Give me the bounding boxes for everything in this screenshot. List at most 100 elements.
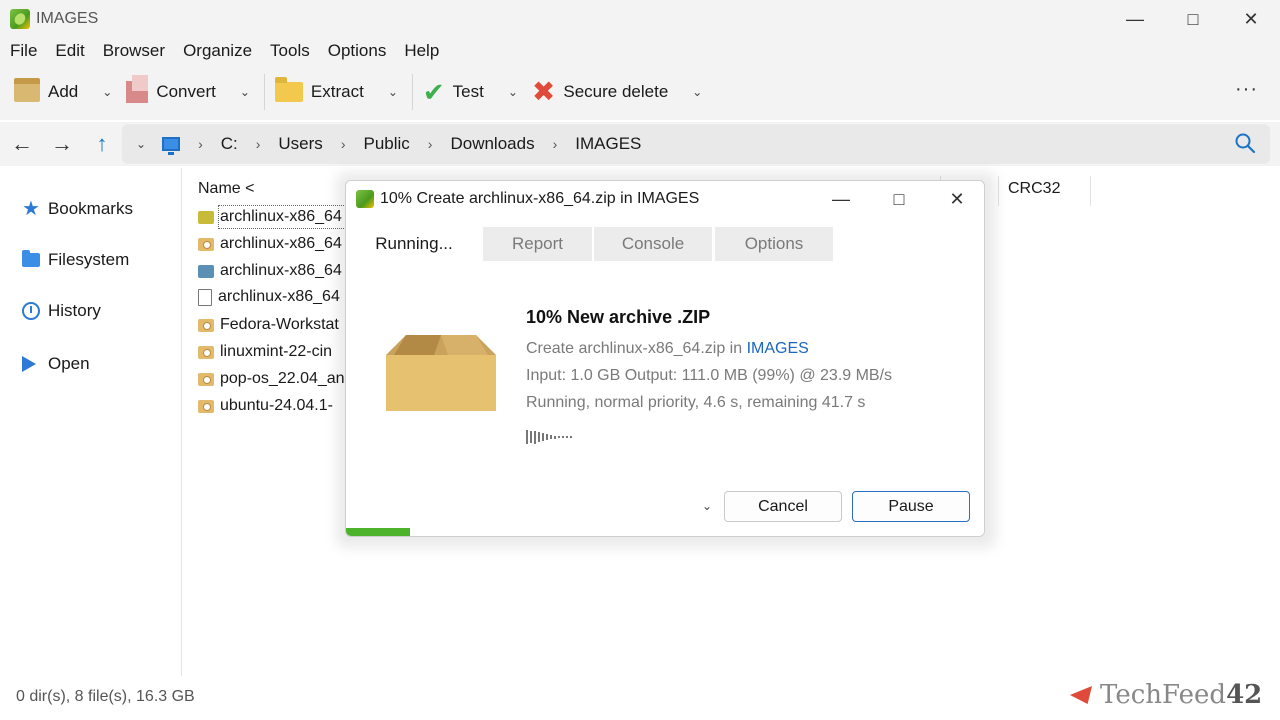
activity-meter (526, 430, 574, 444)
convert-icon (126, 75, 149, 103)
tab-console[interactable]: Console (594, 227, 712, 261)
progress-bar (346, 528, 984, 536)
menu-browser[interactable]: Browser (103, 41, 165, 61)
activity-tick (550, 435, 552, 439)
breadcrumb-drive[interactable]: C: (221, 134, 238, 154)
activity-tick (558, 436, 560, 438)
archive-box-icon (386, 335, 496, 411)
activity-tick (570, 436, 572, 438)
watermark-number: 42 (1226, 680, 1263, 710)
chevron-down-icon[interactable]: ⌄ (702, 499, 712, 513)
column-divider (1090, 176, 1091, 206)
app-icon (356, 190, 374, 208)
more-options-icon[interactable]: ··· (1235, 78, 1258, 101)
convert-button[interactable]: Convert ⌄ (126, 72, 250, 112)
tab-options[interactable]: Options (715, 227, 833, 261)
add-button[interactable]: Add ⌄ (14, 72, 112, 112)
title-bar: IMAGES — □ ✕ (0, 0, 1280, 38)
up-arrow-icon[interactable]: ↑ (82, 131, 122, 157)
maximize-icon[interactable]: □ (1164, 0, 1222, 38)
tab-running[interactable]: Running... (364, 227, 464, 261)
menu-tools[interactable]: Tools (270, 41, 310, 61)
sidebar-item-open[interactable]: Open (22, 354, 90, 374)
sidebar-item-label: Bookmarks (47, 198, 133, 218)
toolbar-divider (411, 74, 413, 110)
chevron-down-icon[interactable]: ⌄ (240, 85, 250, 99)
pause-button[interactable]: Pause (852, 491, 970, 522)
column-header-crc32[interactable]: CRC32 (1008, 180, 1060, 198)
file-name: pop-os_22.04_an (220, 370, 345, 387)
convert-label: Convert (156, 82, 216, 101)
activity-tick (542, 433, 544, 441)
file-name: ubuntu-24.04.1- (220, 397, 333, 414)
toolbar: Add ⌄ Convert ⌄ Extract ⌄ ✔ Test ⌄ ✖ Sec… (0, 64, 1280, 120)
cancel-button[interactable]: Cancel (724, 491, 842, 522)
sidebar-item-history[interactable]: History (22, 301, 101, 321)
activity-tick (562, 436, 564, 438)
extract-button[interactable]: Extract ⌄ (274, 72, 398, 112)
minimize-icon[interactable]: — (1106, 0, 1164, 38)
blue-archive-icon (198, 264, 214, 278)
minimize-icon[interactable]: — (812, 181, 870, 217)
file-name: Fedora-Workstat (220, 316, 339, 333)
chevron-down-icon[interactable]: ⌄ (102, 85, 112, 99)
search-icon[interactable] (1234, 132, 1256, 154)
status-text: 0 dir(s), 8 file(s), 16.3 GB (16, 688, 195, 705)
activity-tick (566, 436, 568, 438)
table-row[interactable]: archlinux-x86_64 (198, 288, 340, 306)
close-icon[interactable]: ✕ (928, 181, 984, 217)
menu-help[interactable]: Help (404, 41, 439, 61)
window-controls: — □ ✕ (1106, 0, 1280, 38)
breadcrumb-downloads[interactable]: Downloads (450, 134, 534, 154)
play-arrow-icon (22, 356, 36, 372)
column-header-name[interactable]: Name < (198, 180, 254, 198)
menu-organize[interactable]: Organize (183, 41, 252, 61)
checkmark-icon: ✔ (422, 77, 445, 107)
file-name: archlinux-x86_64 (220, 262, 342, 279)
chevron-down-icon[interactable]: ⌄ (388, 85, 398, 99)
test-button[interactable]: ✔ Test ⌄ (423, 72, 518, 112)
forward-arrow-icon[interactable]: → (42, 131, 82, 157)
computer-icon[interactable] (162, 137, 181, 155)
activity-tick (526, 430, 528, 444)
chevron-down-icon[interactable]: ⌄ (692, 85, 702, 99)
menu-options[interactable]: Options (328, 41, 387, 61)
address-bar[interactable]: ⌄ › C: › Users › Public › Downloads › IM… (122, 124, 1270, 164)
dialog-window-controls: — □ ✕ (812, 181, 984, 217)
menu-edit[interactable]: Edit (55, 41, 84, 61)
sidebar-item-label: Filesystem (48, 250, 130, 269)
table-row[interactable]: Fedora-Workstat (198, 316, 339, 334)
tab-report[interactable]: Report (483, 227, 592, 261)
breadcrumb-images[interactable]: IMAGES (575, 134, 641, 154)
zip-icon (198, 210, 214, 224)
menu-bar: File Edit Browser Organize Tools Options… (0, 38, 1280, 64)
activity-tick (546, 434, 548, 440)
secure-delete-button[interactable]: ✖ Secure delete ⌄ (532, 72, 702, 112)
dialog-title-bar: 10% Create archlinux-x86_64.zip in IMAGE… (346, 181, 984, 217)
table-row[interactable]: linuxmint-22-cin (198, 343, 332, 361)
chevron-down-icon[interactable]: ⌄ (508, 85, 518, 99)
table-row[interactable]: archlinux-x86_64 (198, 235, 342, 253)
disc-image-icon (198, 399, 214, 413)
folder-icon (22, 250, 40, 267)
maximize-icon[interactable]: □ (870, 181, 928, 217)
table-row[interactable]: pop-os_22.04_an (198, 370, 345, 388)
sidebar-item-bookmarks[interactable]: ★ Bookmarks (22, 196, 133, 221)
chevron-right-icon: › (552, 136, 558, 152)
menu-file[interactable]: File (10, 41, 37, 61)
disc-image-icon (198, 345, 214, 359)
window-title: IMAGES (36, 10, 99, 27)
folder-icon (274, 77, 303, 102)
destination-link[interactable]: IMAGES (747, 340, 809, 357)
table-row[interactable]: ubuntu-24.04.1- (198, 397, 333, 415)
back-arrow-icon[interactable]: ← (2, 131, 42, 157)
sidebar-item-filesystem[interactable]: Filesystem (22, 250, 129, 270)
app-icon (10, 9, 30, 29)
history-clock-icon (22, 302, 40, 320)
chevron-down-icon[interactable]: ⌄ (136, 137, 146, 151)
breadcrumb-users[interactable]: Users (278, 134, 322, 154)
close-icon[interactable]: ✕ (1222, 0, 1280, 38)
table-row[interactable]: archlinux-x86_64 (198, 262, 342, 280)
breadcrumb-public[interactable]: Public (363, 134, 409, 154)
column-divider (998, 176, 999, 206)
